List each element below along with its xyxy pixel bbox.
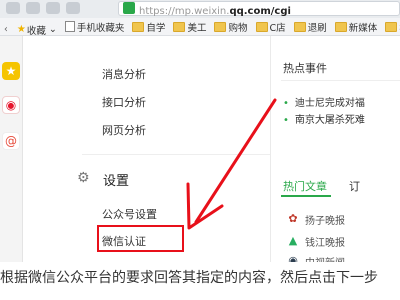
- screenshot: https://mp.weixin.qq.com/cgi ‹ ★ 收藏 ⌄ 手机收…: [0, 0, 400, 262]
- caption-text: 根据微信公众平台的要求回答其指定的内容，然后点击下一步: [0, 270, 378, 286]
- red-arrow: [186, 98, 277, 230]
